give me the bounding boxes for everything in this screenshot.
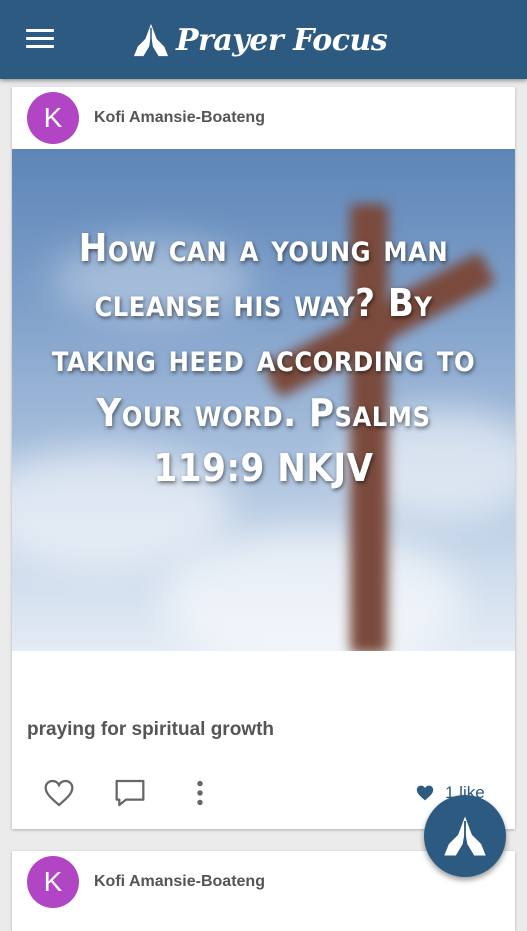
verse-text: How can a young man cleanse his way? By … (51, 226, 476, 490)
menu-button[interactable] (26, 26, 58, 52)
menu-icon-line (26, 37, 54, 40)
praying-hands-icon (133, 23, 169, 57)
more-options-button[interactable] (180, 773, 220, 813)
cloud-shape (162, 529, 462, 651)
comment-button[interactable] (110, 773, 150, 813)
avatar[interactable]: K (27, 92, 79, 144)
app-title: Prayer Focus (176, 22, 388, 58)
menu-icon-line (26, 45, 54, 48)
post-image[interactable]: How can a young man cleanse his way? By … (12, 149, 515, 651)
heart-filled-icon (416, 785, 434, 801)
post-caption: praying for spiritual growth (27, 719, 275, 740)
comment-icon (115, 779, 145, 807)
praying-hands-icon (444, 816, 486, 856)
pray-fab-button[interactable] (424, 795, 506, 877)
heart-outline-icon (44, 779, 74, 807)
post-header: K Kofi Amansie-Boateng (12, 87, 515, 149)
app-bar: Prayer Focus (0, 0, 527, 79)
author-name[interactable]: Kofi Amansie-Boateng (94, 873, 265, 891)
author-name[interactable]: Kofi Amansie-Boateng (94, 109, 265, 127)
avatar[interactable]: K (27, 856, 79, 908)
like-button[interactable] (39, 773, 79, 813)
more-vertical-icon (197, 780, 203, 806)
post-card: K Kofi Amansie-Boateng How can a young m… (12, 87, 515, 829)
app-brand: Prayer Focus (132, 18, 388, 62)
hamburger-menu-icon (26, 29, 54, 32)
